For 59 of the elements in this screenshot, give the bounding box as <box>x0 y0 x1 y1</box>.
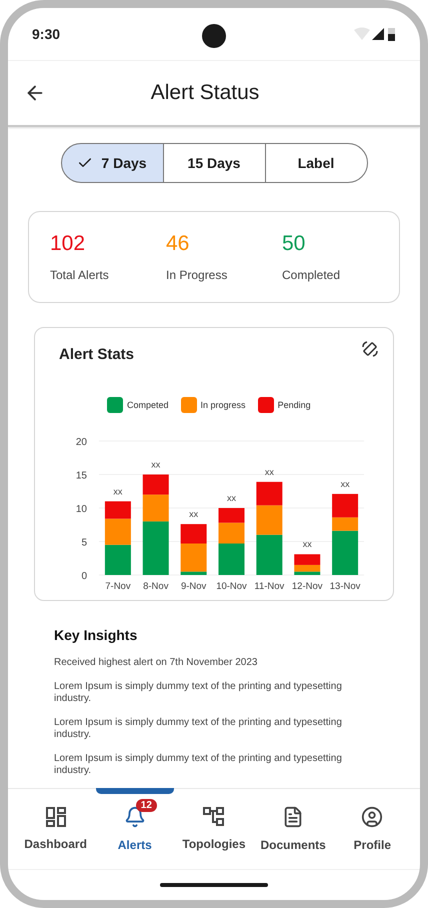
data-label: xx <box>302 539 312 550</box>
nav-tab[interactable]: Profile <box>333 789 412 869</box>
page-title: Alert Status <box>150 81 260 105</box>
bell-icon <box>124 806 146 828</box>
data-label: xx <box>340 478 350 489</box>
data-label: xx <box>227 493 236 503</box>
axis-tick-label: 20 <box>76 437 87 448</box>
nav-tab[interactable]: Documents <box>254 789 332 869</box>
axis-category-label: 8-Nov <box>143 581 168 592</box>
axis-tick-label: 15 <box>76 470 87 482</box>
bar-segment <box>256 505 282 535</box>
camera-cutout <box>202 24 226 48</box>
chart-title: Alert Stats <box>59 346 134 363</box>
status-icons <box>354 27 396 41</box>
stat-label: Total Alerts <box>50 268 110 282</box>
segment-tab[interactable]: 7 Days <box>60 143 164 183</box>
legend-item: Pending <box>258 397 311 413</box>
bar-segment <box>256 482 282 506</box>
axis-category-label: 11-Nov <box>254 581 284 592</box>
insights-title: Key Insights <box>54 627 138 643</box>
data-label: xx <box>113 486 122 496</box>
count-badge: 12 <box>136 799 157 812</box>
nav-tab[interactable]: Topologies <box>174 789 253 869</box>
insight-text: Received highest alert on 7th November 2023 <box>54 657 258 669</box>
profile-icon <box>361 806 384 828</box>
network-icon <box>202 807 225 827</box>
bar-segment <box>104 544 131 575</box>
legend-item: In progress <box>180 397 246 413</box>
data-label: xx <box>189 509 198 520</box>
document-icon <box>282 806 304 828</box>
stat-value: 50 <box>282 232 306 256</box>
bar-segment <box>218 508 244 523</box>
axis-tick-label: 0 <box>81 571 87 582</box>
bar-segment <box>256 534 282 575</box>
status-time: 9:30 <box>32 26 60 42</box>
data-label: xx <box>264 466 274 477</box>
nav-tab[interactable]: 12 Alerts <box>96 789 174 869</box>
stat-label: Completed <box>282 268 342 282</box>
insight-text: Lorem Ipsum is simply dummy text of the printing and typesetting industry. <box>54 753 343 777</box>
segment-tab[interactable]: 15 Days <box>162 143 266 183</box>
stat-value: 102 <box>50 232 86 256</box>
axis-category-label: 9-Nov <box>180 581 206 592</box>
stat-label: In Progress <box>166 268 228 282</box>
data-label: xx <box>151 460 160 470</box>
axis-category-label: 13-Nov <box>330 581 360 592</box>
insight-text: Lorem Ipsum is simply dummy text of the printing and typesetting industry. <box>54 681 343 705</box>
axis-category-label: 10-Nov <box>216 581 247 592</box>
axis-category-label: 12-Nov <box>292 581 323 592</box>
screen-rotate-icon[interactable] <box>361 340 379 358</box>
axis-tick-label: 5 <box>81 538 87 548</box>
insight-text: Lorem Ipsum is simply dummy text of the printing and typesetting industry. <box>54 717 343 741</box>
legend-item: Competed <box>107 397 169 413</box>
axis-tick-label: 10 <box>76 504 87 515</box>
bar-segment <box>142 474 169 495</box>
segment-tab[interactable]: Label <box>264 143 368 183</box>
stat-value: 46 <box>166 232 190 256</box>
dashboard-icon <box>46 807 66 827</box>
nav-tab[interactable]: Dashboard <box>16 789 95 869</box>
axis-category-label: 7-Nov <box>105 581 131 592</box>
